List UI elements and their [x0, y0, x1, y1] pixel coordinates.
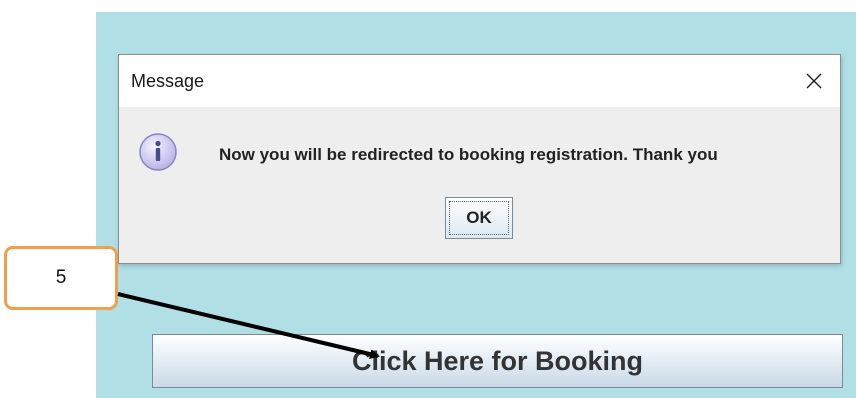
close-button[interactable] — [800, 67, 828, 95]
booking-button[interactable]: Click Here for Booking — [152, 334, 843, 388]
dialog-message: Now you will be redirected to booking re… — [219, 145, 718, 164]
dialog-title: Message — [131, 71, 205, 91]
info-icon — [139, 133, 177, 171]
ok-button[interactable]: OK — [445, 197, 513, 239]
dialog-titlebar[interactable]: Message — [119, 55, 840, 107]
step-number: 5 — [55, 267, 67, 288]
screenshot-root: Message Now you will be redirected to bo… — [0, 0, 856, 398]
close-icon — [806, 73, 822, 89]
message-dialog: Message Now you will be redirected to bo… — [118, 54, 841, 264]
step-callout: 5 — [4, 246, 118, 310]
